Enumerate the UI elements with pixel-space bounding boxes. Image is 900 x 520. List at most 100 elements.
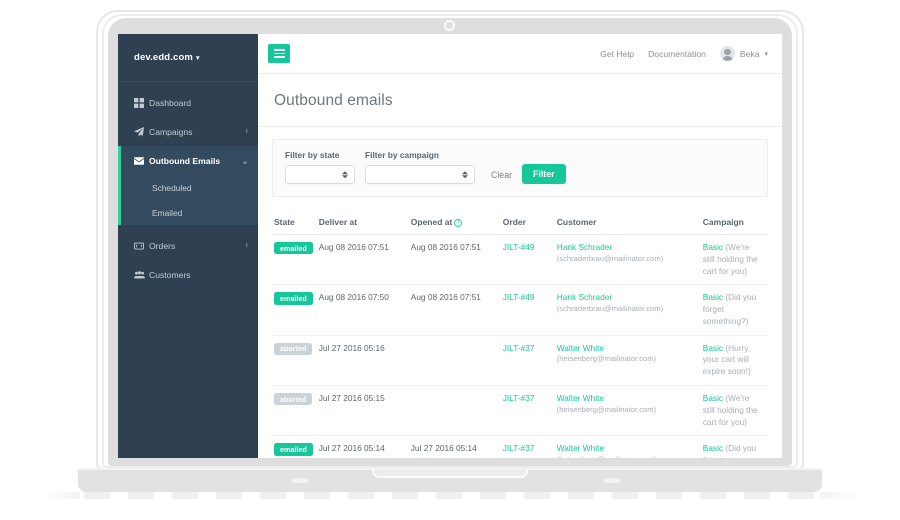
- campaign-link[interactable]: Basic: [703, 343, 723, 353]
- customer-link[interactable]: Walter White: [557, 343, 697, 355]
- cell-order: JILT-#37: [502, 435, 557, 458]
- column-header-campaign[interactable]: Campaign: [702, 217, 768, 235]
- brand-label: dev.edd.com: [134, 52, 194, 63]
- documentation-link[interactable]: Documentation: [648, 49, 706, 59]
- customer-link[interactable]: Walter White: [557, 393, 697, 405]
- brand-site-switcher[interactable]: dev.edd.com ▾: [118, 34, 258, 82]
- campaign-link[interactable]: Basic: [703, 443, 723, 453]
- campaign-link[interactable]: Basic: [703, 393, 723, 403]
- main-content: Get Help Documentation Beka ▾ Outbound e…: [258, 34, 782, 458]
- order-link[interactable]: JILT-#49: [503, 292, 535, 302]
- table-header-row: State Deliver at Opened at? Order Custom…: [272, 217, 768, 235]
- status-badge: emailed: [274, 443, 313, 456]
- status-badge: aborted: [274, 342, 313, 355]
- sidebar-subitem-label: Emailed: [152, 207, 183, 218]
- avatar: [719, 46, 735, 61]
- cell-order: JILT-#49: [502, 234, 557, 286]
- sidebar-subitem-scheduled[interactable]: Scheduled: [118, 175, 258, 200]
- order-link[interactable]: JILT-#37: [503, 443, 535, 453]
- page-header: Outbound emails: [258, 74, 782, 127]
- cell-campaign: Basic (We're still holding the cart for …: [702, 234, 768, 286]
- sidebar-item-label: Outbound Emails: [149, 155, 221, 166]
- cell-state: emailed: [272, 234, 319, 286]
- user-menu[interactable]: Beka ▾: [719, 46, 768, 61]
- sidebar-item-customers[interactable]: Customers: [118, 260, 258, 289]
- customer-link[interactable]: Hank Schrader: [557, 242, 697, 254]
- sidebar-item-outbound-emails[interactable]: Outbound Emails ⌄: [118, 146, 258, 175]
- cell-order: JILT-#37: [502, 335, 557, 387]
- campaign-link[interactable]: Basic: [703, 292, 723, 302]
- order-link[interactable]: JILT-#37: [503, 393, 535, 403]
- sidebar-item-campaigns[interactable]: Campaigns ‹: [118, 117, 258, 146]
- content-scroll-area[interactable]: Filter by state Filter by campaign Clear…: [258, 127, 782, 458]
- column-header-opened-at[interactable]: Opened at?: [410, 217, 503, 235]
- chevron-left-icon: ‹: [245, 126, 248, 137]
- column-header-deliver-at[interactable]: Deliver at: [318, 217, 411, 235]
- table-row[interactable]: aborted Jul 27 2016 05:16 JILT-#37 Walter W…: [272, 335, 768, 387]
- screenshot-stage: dev.edd.com ▾ Dashboard Campaigns ‹ Outb…: [0, 0, 900, 520]
- column-header-customer[interactable]: Customer: [556, 217, 703, 235]
- filter-by-campaign-select[interactable]: [365, 165, 475, 184]
- cell-opened-at: [410, 335, 503, 387]
- order-link[interactable]: JILT-#37: [503, 343, 535, 353]
- cell-customer: Hank Schrader (schraderbrau@mailinator.co…: [556, 234, 703, 286]
- status-badge: emailed: [274, 292, 313, 305]
- help-icon[interactable]: ?: [454, 218, 463, 227]
- table-row[interactable]: aborted Jul 27 2016 05:15 JILT-#37 Walter W…: [272, 385, 768, 437]
- apply-filter-button[interactable]: Filter: [522, 164, 566, 184]
- cell-campaign: Basic (We're still holding the cart for …: [702, 385, 768, 437]
- table-head: State Deliver at Opened at? Order Custom…: [272, 217, 768, 235]
- clear-filters-button[interactable]: Clear: [491, 170, 512, 184]
- table-row[interactable]: emailed Jul 27 2016 05:14 Jul 27 2016 05:1…: [272, 435, 768, 458]
- app-window: dev.edd.com ▾ Dashboard Campaigns ‹ Outb…: [118, 34, 782, 458]
- customer-link[interactable]: Walter White: [557, 443, 697, 455]
- hamburger-icon[interactable]: [268, 44, 290, 63]
- table-row[interactable]: emailed Aug 08 2016 07:51 Aug 08 2016 07:5…: [272, 234, 768, 286]
- table-body: emailed Aug 08 2016 07:51 Aug 08 2016 07:5…: [272, 234, 768, 458]
- filter-by-state-field: Filter by state: [285, 150, 355, 184]
- laptop-foot-right: [604, 478, 620, 483]
- customer-email: (schraderbrau@mailinator.com): [556, 304, 664, 314]
- customer-email: (heisenberg@mailinator.com): [556, 354, 657, 364]
- sidebar-subitem-emailed[interactable]: Emailed: [118, 200, 258, 225]
- outbound-emails-table: State Deliver at Opened at? Order Custom…: [272, 217, 768, 458]
- cell-customer: Hank Schrader (schraderbrau@mailinator.co…: [556, 284, 703, 336]
- sidebar-item-dashboard[interactable]: Dashboard: [118, 88, 258, 117]
- cell-deliver-at: Aug 08 2016 07:51: [318, 234, 411, 286]
- column-header-order[interactable]: Order: [502, 217, 557, 235]
- laptop-screen: dev.edd.com ▾ Dashboard Campaigns ‹ Outb…: [118, 34, 782, 458]
- get-help-link[interactable]: Get Help: [600, 49, 634, 59]
- cell-deliver-at: Jul 27 2016 05:15: [318, 385, 411, 437]
- filter-by-state-select[interactable]: [285, 165, 355, 184]
- cell-opened-at: [410, 385, 503, 437]
- chevron-down-icon: ▾: [196, 54, 200, 62]
- chevron-left-icon: ‹: [245, 240, 248, 251]
- filter-by-state-label: Filter by state: [285, 150, 340, 160]
- table-row[interactable]: emailed Aug 08 2016 07:50 Aug 08 2016 07:5…: [272, 284, 768, 336]
- cell-campaign: Basic (Did you forget something?): [702, 435, 768, 458]
- cell-opened-at: Jul 27 2016 05:14: [410, 435, 503, 458]
- trackpad-notch: [372, 470, 528, 478]
- page-title: Outbound emails: [274, 92, 393, 109]
- laptop-shadow-left-fade: [40, 492, 80, 499]
- laptop-shadow: [40, 492, 860, 499]
- filter-panel: Filter by state Filter by campaign Clear…: [272, 139, 768, 197]
- chevron-down-icon: ⌄: [242, 156, 248, 167]
- sidebar-item-orders[interactable]: Orders ‹: [118, 231, 258, 260]
- column-header-state[interactable]: State: [272, 217, 319, 235]
- sidebar-item-label: Customers: [149, 269, 191, 280]
- sidebar-subitem-label: Scheduled: [152, 182, 192, 193]
- ticket-icon: [134, 241, 147, 251]
- order-link[interactable]: JILT-#49: [503, 242, 535, 252]
- chevron-down-icon: ▾: [764, 50, 768, 58]
- cell-state: aborted: [272, 385, 319, 437]
- laptop-shadow-right-fade: [820, 492, 860, 499]
- campaign-link[interactable]: Basic: [703, 242, 723, 252]
- customer-link[interactable]: Hank Schrader: [557, 292, 697, 304]
- cell-deliver-at: Jul 27 2016 05:14: [318, 435, 411, 458]
- status-badge: emailed: [274, 242, 313, 255]
- cell-state: emailed: [272, 435, 319, 458]
- stepper-arrows-icon: [462, 170, 468, 179]
- customer-email: (heisenberg@mailinator.com): [556, 404, 657, 414]
- sidebar-nav: Dashboard Campaigns ‹ Outbound Emails ⌄ …: [118, 82, 258, 289]
